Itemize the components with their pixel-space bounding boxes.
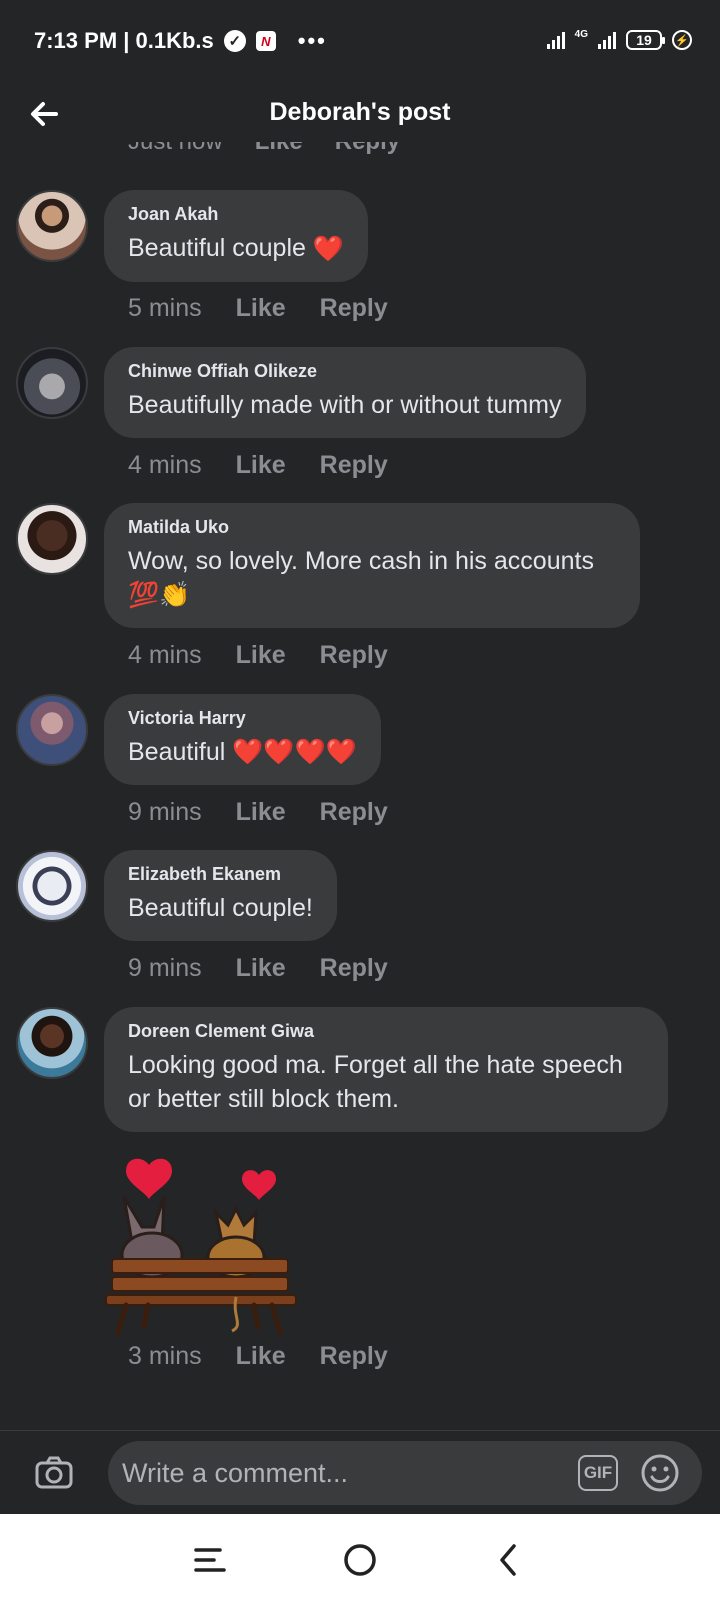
avatar[interactable] [16, 190, 88, 262]
comment-text: Beautiful couple! [128, 894, 313, 922]
commenter-name[interactable]: Matilda Uko [128, 517, 616, 538]
like-button[interactable]: Like [236, 954, 286, 983]
comment-actions: 9 mins Like Reply [128, 954, 388, 983]
reply-button[interactable]: Reply [320, 1342, 388, 1371]
battery-level: 19 [636, 32, 652, 48]
love-bench-sticker-icon [105, 1158, 297, 1336]
couple-bench-sticker[interactable] [104, 1147, 304, 1337]
comment-text: Looking good ma. Forget all the hate spe… [128, 1051, 623, 1113]
hearts-emoji: ❤️❤️❤️❤️ [232, 738, 357, 766]
comment-time: 5 mins [128, 294, 202, 322]
like-button[interactable]: Like [236, 451, 286, 480]
reply-button[interactable]: Reply [320, 451, 388, 480]
avatar[interactable] [16, 694, 88, 766]
comments-feed[interactable]: Just now Like Reply Joan Akah Beautiful … [0, 142, 720, 1430]
commenter-name[interactable]: Victoria Harry [128, 708, 357, 729]
menu-lines-icon [194, 1548, 226, 1572]
avatar[interactable] [16, 503, 88, 575]
commenter-name[interactable]: Doreen Clement Giwa [128, 1021, 644, 1042]
recent-apps-button[interactable] [190, 1540, 230, 1580]
commenter-name[interactable]: Chinwe Offiah Olikeze [128, 361, 562, 382]
comment-text: Beautifully made with or without tummy [128, 391, 562, 419]
reply-button[interactable]: Reply [320, 798, 388, 827]
comment-bubble[interactable]: Elizabeth Ekanem Beautiful couple! [104, 850, 337, 941]
app-header: Deborah's post [0, 86, 720, 142]
comment-bubble[interactable]: Joan Akah Beautiful couple ❤️ [104, 190, 368, 283]
home-circle-icon [344, 1544, 376, 1576]
reply-button[interactable]: Reply [320, 954, 388, 983]
signal-icon-2 [598, 31, 616, 49]
like-button[interactable]: Like [236, 798, 286, 827]
comment-actions: 4 mins Like Reply [128, 451, 388, 480]
comment-bubble[interactable]: Victoria Harry Beautiful ❤️❤️❤️❤️ [104, 694, 381, 785]
reply-button[interactable]: Reply [320, 641, 388, 670]
status-time-speed: 7:13 PM | 0.1Kb.s [34, 28, 214, 53]
comment-actions: 5 mins Like Reply [128, 294, 388, 323]
like-button[interactable]: Like [236, 641, 286, 670]
comment-actions: 3 mins Like Reply [128, 1342, 388, 1371]
reply-button[interactable]: Reply [320, 294, 388, 323]
camera-icon [35, 1456, 73, 1489]
status-bar: 7:13 PM | 0.1Kb.s ✓ N ••• 4G 19 ⚡ [0, 0, 720, 86]
comment-time: 9 mins [128, 798, 202, 826]
comment-actions: 9 mins Like Reply [128, 798, 388, 827]
more-notifications-icon: ••• [297, 28, 327, 53]
home-button[interactable] [340, 1540, 380, 1580]
page-title: Deborah's post [269, 98, 451, 126]
previous-comment-meta: Just now Like Reply [128, 142, 400, 156]
avatar[interactable] [16, 347, 88, 419]
heart-emoji: ❤️ [312, 235, 344, 264]
comment-text: Beautiful [128, 738, 226, 766]
comment-time: 4 mins [128, 451, 202, 479]
comment-composer: GIF [0, 1430, 720, 1514]
commenter-name[interactable]: Joan Akah [128, 204, 344, 225]
emoji-button[interactable] [640, 1453, 680, 1493]
news-app-icon: N [255, 31, 276, 51]
charging-icon: ⚡ [672, 30, 692, 50]
chevron-left-icon [500, 1544, 516, 1576]
like-button[interactable]: Like [236, 1342, 286, 1371]
comment-bubble[interactable]: Doreen Clement Giwa Looking good ma. For… [104, 1007, 668, 1132]
comment-actions: 4 mins Like Reply [128, 641, 388, 670]
camera-button[interactable] [34, 1453, 74, 1493]
comment-bubble[interactable]: Chinwe Offiah Olikeze Beautifully made w… [104, 347, 586, 438]
system-nav-bar [0, 1514, 720, 1600]
verified-check-icon: ✓ [223, 30, 246, 52]
network-type-label: 4G [574, 28, 588, 40]
gif-button[interactable]: GIF [578, 1455, 618, 1491]
comment-time: Just now [128, 142, 223, 156]
avatar[interactable] [16, 1007, 88, 1079]
comment-time: 3 mins [128, 1342, 202, 1370]
system-back-button[interactable] [490, 1540, 530, 1580]
comment-text: Wow, so lovely. More cash in his account… [128, 547, 594, 575]
hundred-clap-emoji: 💯👏 [128, 581, 191, 609]
commenter-name[interactable]: Elizabeth Ekanem [128, 864, 313, 885]
reply-button[interactable]: Reply [335, 142, 400, 156]
comment-bubble[interactable]: Matilda Uko Wow, so lovely. More cash in… [104, 503, 640, 628]
comment-time: 9 mins [128, 954, 202, 982]
like-button[interactable]: Like [236, 294, 286, 323]
avatar[interactable] [16, 850, 88, 922]
smiley-icon [641, 1454, 679, 1492]
battery-icon: 19 [626, 30, 665, 50]
comment-time: 4 mins [128, 641, 202, 669]
like-button[interactable]: Like [255, 142, 303, 156]
signal-icon [546, 31, 565, 49]
comment-text: Beautiful couple [128, 234, 306, 262]
